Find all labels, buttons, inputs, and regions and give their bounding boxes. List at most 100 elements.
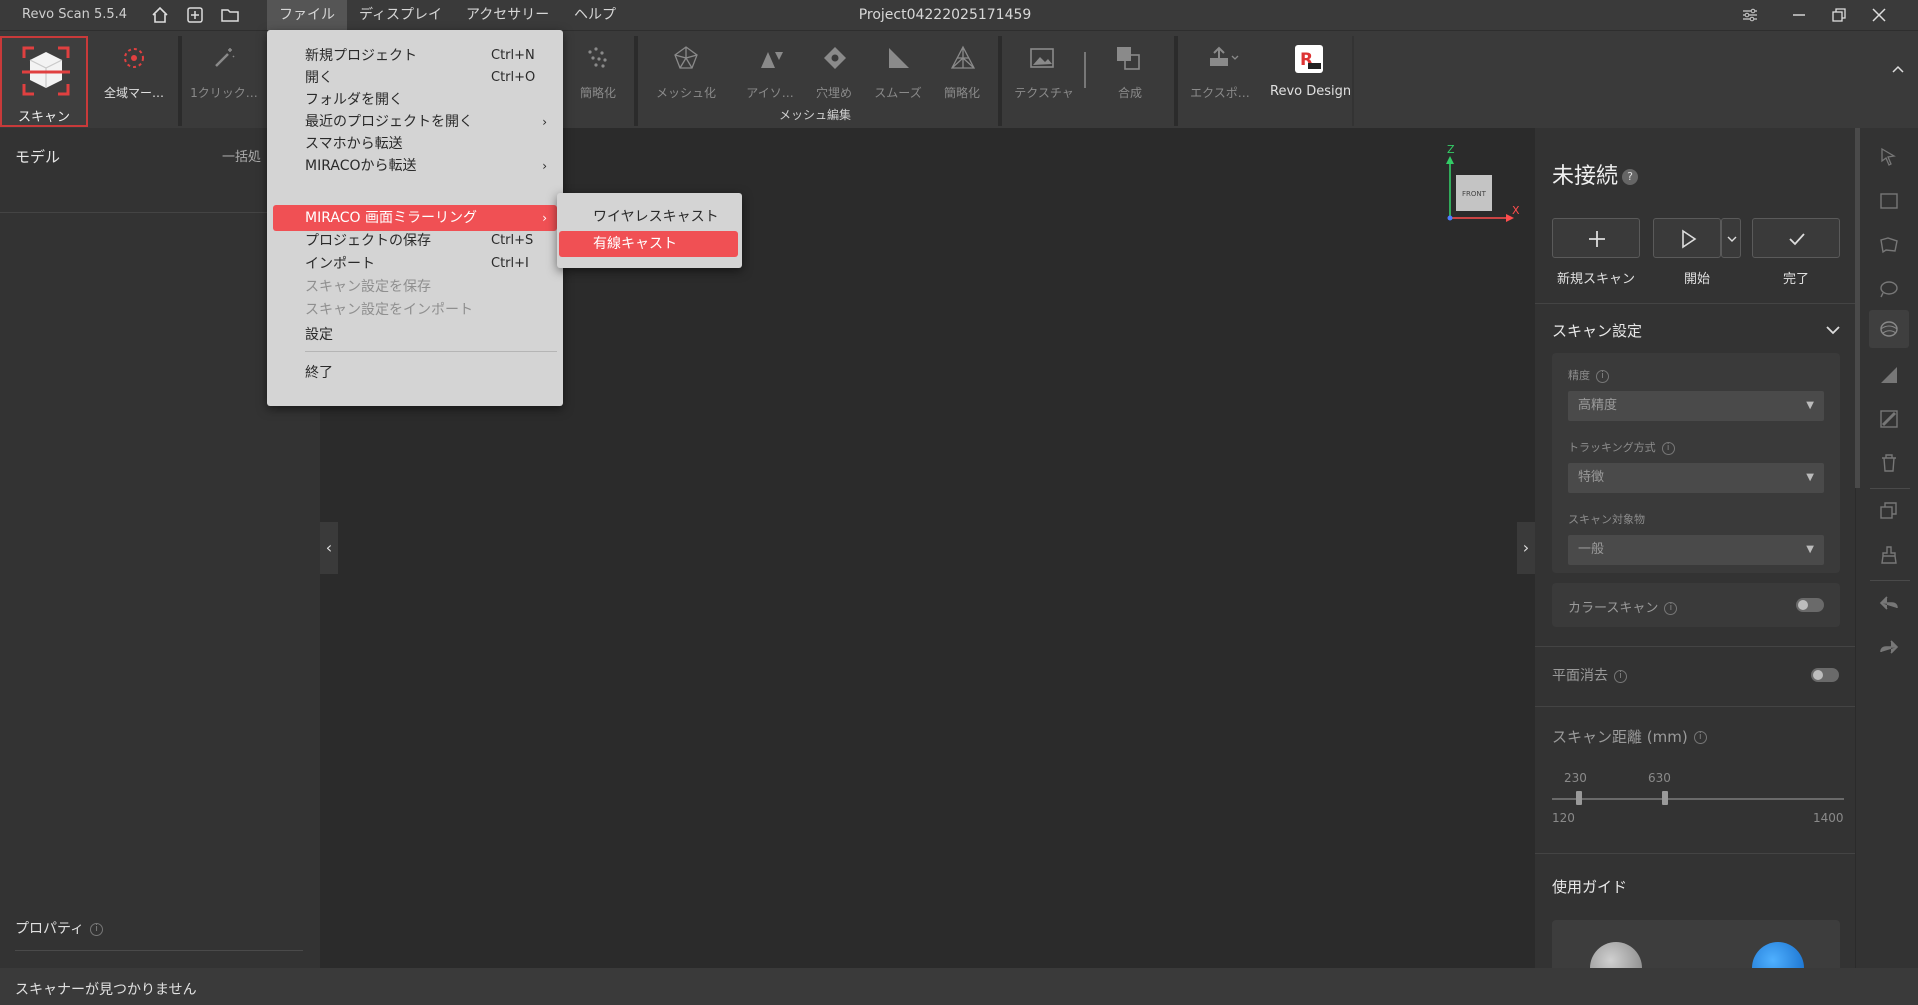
merge-label: 合成 xyxy=(1117,86,1142,100)
magic-wand-icon xyxy=(215,48,235,67)
info-icon[interactable]: i xyxy=(1664,602,1678,615)
submenu-item-wireless-cast[interactable]: ワイヤレスキャスト xyxy=(559,204,738,230)
settings-sliders-icon[interactable] xyxy=(1739,4,1761,26)
help-icon[interactable]: ? xyxy=(1622,169,1639,185)
check-icon xyxy=(1789,233,1805,246)
right-panel-scrollbar[interactable] xyxy=(1855,128,1860,488)
simplify-point-tool[interactable]: 簡略化 xyxy=(560,38,636,118)
play-icon xyxy=(1682,229,1697,249)
cleanup-brush-icon[interactable] xyxy=(1878,544,1900,566)
invert-selection-icon[interactable] xyxy=(1878,408,1900,430)
info-icon[interactable]: i xyxy=(90,922,104,936)
new-scan-button[interactable] xyxy=(1552,218,1640,258)
undo-icon[interactable] xyxy=(1878,592,1900,614)
chevron-down-icon[interactable] xyxy=(1825,324,1841,336)
dropdown-arrow-icon: ▼ xyxy=(1806,472,1814,483)
texture-tool[interactable]: テクスチャ xyxy=(1004,38,1084,118)
usage-guide-title: 使用ガイド xyxy=(1552,878,1628,896)
color-scan-toggle[interactable] xyxy=(1796,598,1824,612)
plane-removal-label: 平面消去 xyxy=(1552,668,1608,684)
minimize-icon[interactable] xyxy=(1788,4,1810,26)
plane-removal-wrap: 平面消去 i xyxy=(1552,665,1627,685)
info-icon[interactable]: i xyxy=(1614,669,1627,683)
merge-tool[interactable]: 合成 xyxy=(1090,38,1170,118)
redo-icon[interactable] xyxy=(1878,636,1900,658)
distance-slider-low-handle[interactable] xyxy=(1576,791,1582,805)
project-title: Project04222025171459 xyxy=(858,7,1032,23)
toolbar-separator xyxy=(178,36,182,126)
distance-slider-track[interactable] xyxy=(1552,798,1844,800)
info-icon[interactable]: i xyxy=(1661,441,1675,455)
guide-thumbnail-gray[interactable] xyxy=(1590,942,1642,968)
restore-icon[interactable] xyxy=(1828,4,1850,26)
smooth-label: スムーズ xyxy=(874,86,922,100)
close-icon[interactable] xyxy=(1868,4,1890,26)
brush-select-icon[interactable] xyxy=(1878,278,1900,300)
revo-design-logo-icon: R xyxy=(1295,45,1323,73)
revo-design-tool[interactable]: R Revo Design xyxy=(1270,38,1350,118)
color-scan-label-wrap: カラースキャン i xyxy=(1568,597,1678,616)
axis-gizmo[interactable]: FRONT Z X xyxy=(1440,140,1520,230)
tracking-select[interactable]: 特徴 ▼ xyxy=(1568,463,1824,493)
distance-high-value: 630 xyxy=(1648,771,1671,785)
start-button[interactable] xyxy=(1653,218,1721,258)
info-icon[interactable]: i xyxy=(1693,731,1707,744)
smooth-icon xyxy=(889,48,909,68)
plane-cut-icon[interactable] xyxy=(1878,364,1900,386)
submenu-item-wired-cast[interactable]: 有線キャスト xyxy=(559,231,738,257)
duplicate-icon[interactable] xyxy=(1878,500,1900,522)
collapse-left-panel-button[interactable]: ‹ xyxy=(320,522,338,574)
texture-label: テクスチャ xyxy=(1014,86,1074,100)
scan-cube-icon xyxy=(22,46,70,96)
texture-image-icon xyxy=(1030,48,1054,68)
fill-holes-label: 穴埋め xyxy=(815,86,852,100)
batch-process-button[interactable]: 一括処 xyxy=(222,146,261,165)
menu-item-label: 終了 xyxy=(305,365,333,381)
scan-control-panel: 未接続? 新規スキャン 開始 完了 スキャン設定 精度 i 高精度 ▼ トラッキング… xyxy=(1535,128,1855,968)
done-label: 完了 xyxy=(1782,272,1809,287)
start-label: 開始 xyxy=(1683,272,1710,287)
menu-item-settings[interactable]: 設定 xyxy=(273,322,557,348)
scan-button-label: スキャン xyxy=(17,110,70,125)
tracking-value: 特徴 xyxy=(1578,470,1605,485)
revo-design-label: Revo Design xyxy=(1270,84,1350,99)
scan-button[interactable]: スキャン xyxy=(0,36,88,127)
toolbar-separator xyxy=(1084,52,1086,88)
collapse-toolbar-icon[interactable] xyxy=(1890,62,1906,76)
menu-item-exit[interactable]: 終了 xyxy=(273,360,557,386)
export-tool[interactable]: エクスポ… xyxy=(1182,38,1258,118)
surface-select-icon[interactable] xyxy=(1878,318,1900,340)
distance-slider-high-handle[interactable] xyxy=(1662,791,1668,805)
object-select[interactable]: 一般 ▼ xyxy=(1568,535,1824,565)
section-divider xyxy=(1535,706,1855,707)
global-marker-tool[interactable]: 全域マー… xyxy=(96,38,172,118)
scan-settings-title[interactable]: スキャン設定 xyxy=(1552,320,1642,341)
menu-item-label: スキャン設定をインポート xyxy=(305,302,473,318)
select-cursor-icon[interactable] xyxy=(1878,146,1900,168)
start-options-dropdown[interactable] xyxy=(1721,218,1741,258)
one-click-label: 1クリック… xyxy=(190,86,258,100)
done-button[interactable] xyxy=(1752,218,1840,258)
precision-select[interactable]: 高精度 ▼ xyxy=(1568,391,1824,421)
lasso-select-icon[interactable] xyxy=(1878,234,1900,256)
export-icon xyxy=(1210,46,1239,66)
gizmo-x-label: X xyxy=(1512,204,1520,217)
strip-divider xyxy=(1870,488,1910,489)
section-divider xyxy=(1535,303,1855,304)
submenu-arrow-icon: › xyxy=(542,159,547,173)
mirroring-submenu: ワイヤレスキャスト 有線キャスト xyxy=(557,193,742,268)
usage-guide-box[interactable] xyxy=(1552,920,1840,968)
meshing-label: メッシュ化 xyxy=(655,86,716,100)
menu-item-transfer-from-miraco[interactable]: MIRACOから転送 › xyxy=(273,153,557,179)
toolbar-separator xyxy=(1352,36,1354,126)
distance-low-value: 230 xyxy=(1564,771,1587,785)
one-click-tool[interactable]: 1クリック… xyxy=(186,38,262,118)
collapse-right-panel-button[interactable]: › xyxy=(1517,522,1535,574)
rect-select-icon[interactable] xyxy=(1878,190,1900,212)
guide-thumbnail-blue[interactable] xyxy=(1752,942,1804,968)
precision-label: 精度 xyxy=(1568,369,1590,382)
menu-item-label: MIRACOから転送 xyxy=(305,158,417,174)
plane-removal-toggle[interactable] xyxy=(1811,668,1839,682)
info-icon[interactable]: i xyxy=(1596,369,1609,383)
delete-trash-icon[interactable] xyxy=(1878,452,1900,474)
